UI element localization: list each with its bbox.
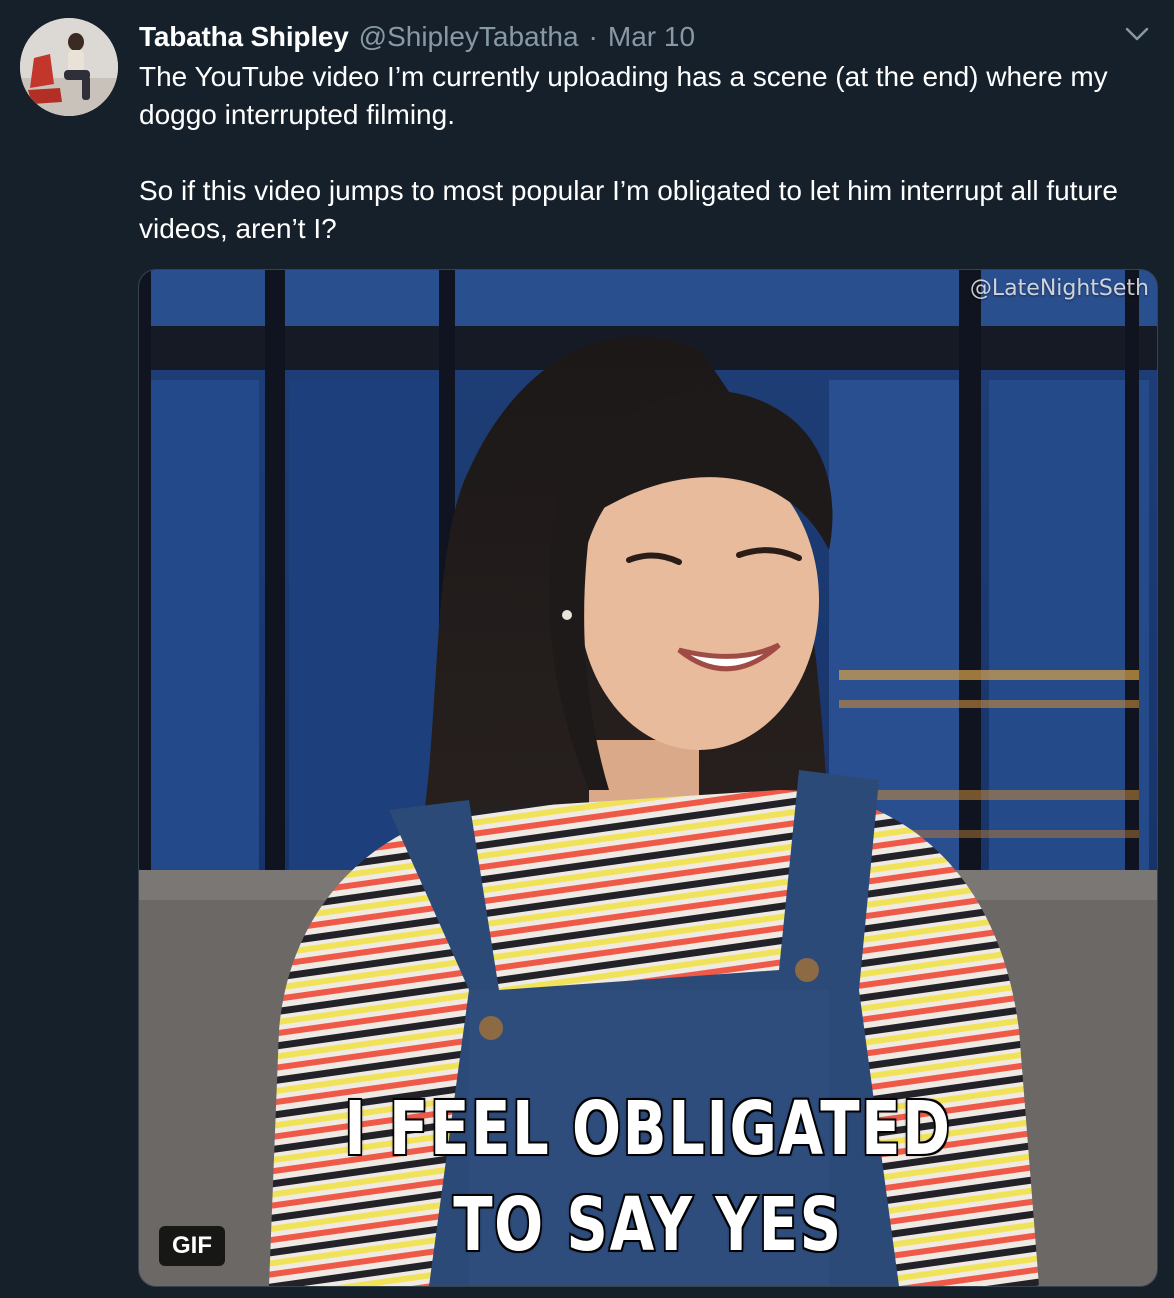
avatar[interactable]: [20, 18, 118, 116]
tweet-paragraph: So if this video jumps to most popular I…: [139, 175, 1118, 244]
gif-caption-line-2: TO SAY YES: [452, 1180, 843, 1270]
tweet: Tabatha Shipley @ShipleyTabatha · Mar 10…: [0, 0, 1174, 1298]
watermark-text: @LateNightSeth: [969, 276, 1149, 301]
tweet-date[interactable]: Mar 10: [608, 18, 695, 56]
separator-dot: ·: [588, 21, 598, 52]
chevron-down-icon[interactable]: [1122, 22, 1152, 46]
user-handle[interactable]: @ShipleyTabatha: [359, 18, 579, 56]
display-name[interactable]: Tabatha Shipley: [139, 18, 349, 56]
gif-caption-line-1: I FEEL OBLIGATED: [343, 1084, 952, 1174]
tweet-header: Tabatha Shipley @ShipleyTabatha · Mar 10: [139, 18, 695, 56]
gif-badge: GIF: [159, 1226, 225, 1266]
avatar-image: [20, 18, 118, 116]
tweet-text: The YouTube video I’m currently uploadin…: [139, 58, 1159, 248]
gif-media[interactable]: @LateNightSeth I FEEL OBLIGATED TO SAY Y…: [138, 269, 1158, 1287]
tweet-paragraph: The YouTube video I’m currently uploadin…: [139, 61, 1108, 130]
